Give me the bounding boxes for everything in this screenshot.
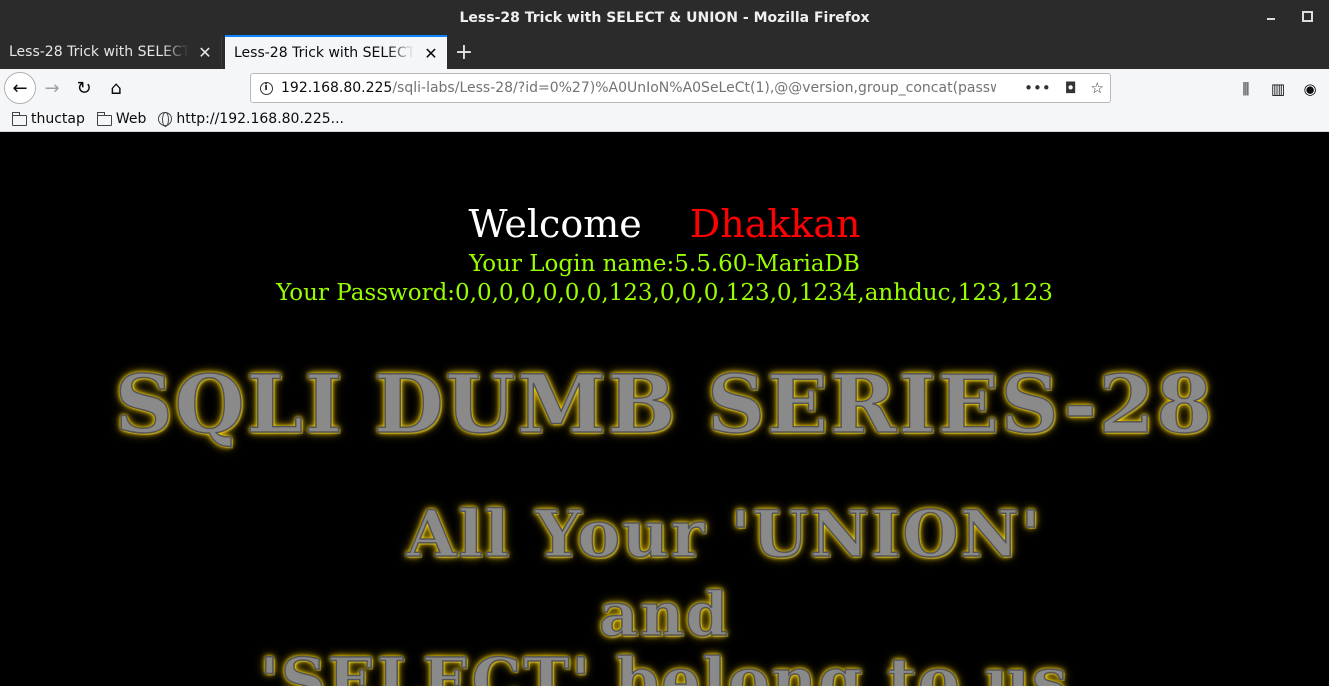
page-content: Welcome Dhakkan Your Login name:5.5.60-Ma… (0, 132, 1329, 686)
sidebar-button[interactable]: ▥ (1267, 73, 1289, 105)
sidebar-icon: ▥ (1270, 80, 1286, 98)
library-button[interactable]: ⫼ (1235, 73, 1257, 105)
close-icon[interactable]: ✕ (423, 44, 439, 63)
url-text[interactable]: 192.168.80.225/sqli-labs/Less-28/?id=0%2… (281, 80, 996, 96)
arrow-left-icon: ← (12, 77, 28, 99)
banner-title: SQLI DUMB SERIES-28 (114, 356, 1214, 452)
folder-icon (12, 111, 27, 126)
close-icon[interactable]: ✕ (197, 43, 213, 62)
tab-inactive[interactable]: Less-28 Trick with SELECT & UNION ✕ (0, 35, 222, 69)
bookmark-label: http://192.168.80.225... (176, 111, 344, 127)
bookmarks-toolbar: thuctap Web http://192.168.80.225... (0, 107, 1329, 132)
site-info-button[interactable]: i (251, 81, 281, 95)
bookmark-label: thuctap (31, 111, 85, 127)
tab-strip: Less-28 Trick with SELECT & UNION ✕ Less… (0, 35, 1329, 69)
banner-line-select: 'SELECT' belong to us (259, 643, 1070, 686)
reload-icon: ↻ (76, 77, 92, 99)
banner-line-union: All Your 'UNION' (406, 496, 1043, 573)
minimize-icon[interactable] (1263, 8, 1279, 24)
banner-line-and: and (599, 579, 730, 651)
tab-active[interactable]: Less-28 Trick with SELECT & UNION ✕ (225, 35, 447, 69)
arrow-right-icon: → (44, 77, 60, 99)
url-host: 192.168.80.225 (281, 80, 393, 96)
home-icon: ⌂ (110, 77, 122, 99)
account-button[interactable]: ◉ (1299, 73, 1321, 105)
forward-button[interactable]: → (36, 72, 68, 104)
back-button[interactable]: ← (4, 72, 36, 104)
new-tab-button[interactable]: + (447, 35, 481, 69)
tab-title: Less-28 Trick with SELECT & UNION (234, 45, 414, 61)
password-text: Your Password:0,0,0,0,0,0,0,123,0,0,0,12… (276, 280, 1053, 306)
welcome-text: Welcome (468, 202, 642, 246)
pocket-icon[interactable]: ◘ (1065, 79, 1077, 97)
bookmark-web[interactable]: Web (96, 111, 147, 127)
folder-icon (96, 111, 112, 126)
window-title: Less-28 Trick with SELECT & UNION - Mozi… (459, 9, 870, 26)
globe-icon (158, 112, 173, 127)
url-path: /sqli-labs/Less-28/?id=0%27)%A0UnIoN%A0S… (392, 80, 996, 96)
library-icon: ⫼ (1242, 80, 1250, 98)
login-name-text: Your Login name:5.5.60-MariaDB (469, 251, 860, 277)
bookmark-label: Web (115, 111, 147, 127)
navigation-bar: ← → ↻ ⌂ i 192.168.80.225/sqli-labs/Less-… (0, 69, 1329, 107)
info-icon: i (259, 81, 273, 95)
reload-button[interactable]: ↻ (68, 72, 100, 104)
bookmark-url[interactable]: http://192.168.80.225... (158, 111, 344, 127)
page-actions-icon[interactable]: ••• (1024, 79, 1051, 97)
maximize-icon[interactable] (1299, 8, 1315, 24)
home-button[interactable]: ⌂ (100, 72, 132, 104)
user-name-text: Dhakkan (689, 202, 861, 246)
bookmark-star-icon[interactable]: ☆ (1091, 79, 1104, 97)
tab-title: Less-28 Trick with SELECT & UNION (9, 44, 189, 60)
url-bar[interactable]: i 192.168.80.225/sqli-labs/Less-28/?id=0… (250, 73, 1111, 103)
welcome-heading: Welcome Dhakkan (0, 202, 1329, 246)
account-icon: ◉ (1303, 80, 1317, 98)
plus-icon: + (454, 39, 474, 65)
bookmark-thuctap[interactable]: thuctap (12, 111, 85, 127)
window-titlebar: Less-28 Trick with SELECT & UNION - Mozi… (0, 0, 1329, 35)
